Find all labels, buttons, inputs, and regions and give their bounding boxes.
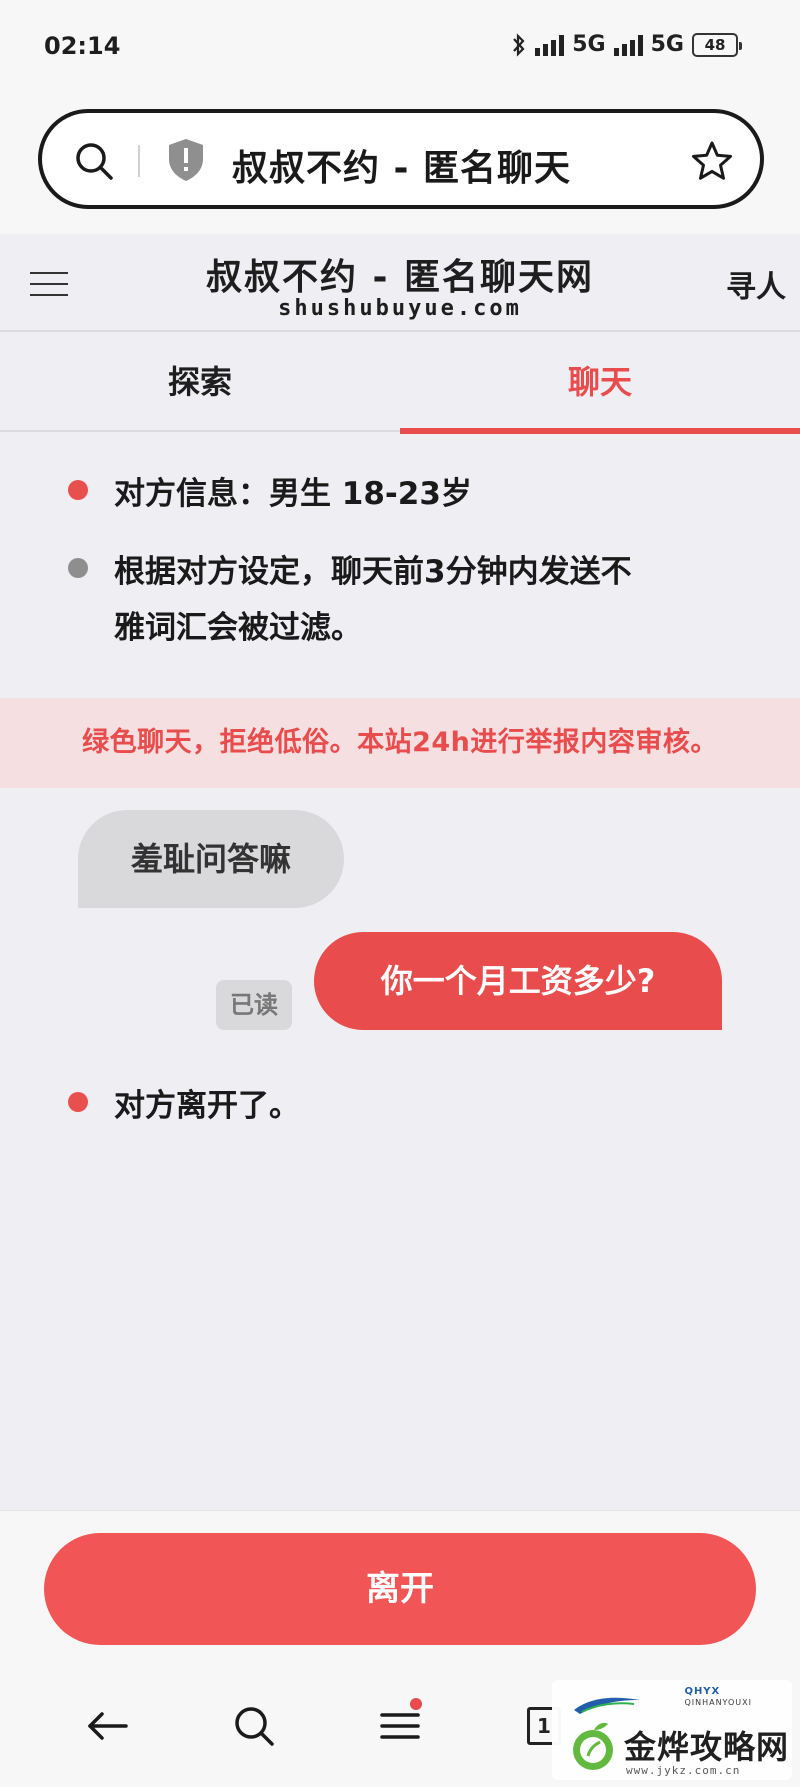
search-icon[interactable] bbox=[72, 139, 116, 183]
shield-icon[interactable] bbox=[166, 137, 206, 183]
watermark-logo: QHYX QINHANYOUXI 金烨攻略网 www.jykz.com.cn bbox=[552, 1680, 792, 1780]
apple-icon bbox=[573, 1722, 613, 1770]
site-header: 叔叔不约 - 匿名聊天网 shushubuyue.com 寻人 bbox=[0, 234, 800, 332]
tab-bar: 探索 聊天 bbox=[0, 332, 800, 434]
partner-info-row: 对方信息：男生 18-23岁 bbox=[68, 466, 472, 522]
filter-notice-line-1: 根据对方设定，聊天前3分钟内发送不 bbox=[114, 554, 632, 590]
site-domain: shushubuyue.com bbox=[278, 296, 522, 321]
leave-button[interactable]: 离开 bbox=[44, 1533, 756, 1645]
status-icons: 5G 5G 48 bbox=[511, 32, 742, 57]
search-button[interactable] bbox=[226, 1698, 282, 1754]
notification-dot bbox=[410, 1698, 422, 1710]
bluetooth-icon bbox=[513, 32, 525, 57]
watermark-small-text: QINHANYOUXI bbox=[684, 1698, 752, 1707]
browser-toolbar: 叔叔不约 - 匿名聊天 bbox=[0, 80, 800, 234]
incoming-message-bubble: 羞耻问答嘛 bbox=[78, 810, 344, 908]
read-status-badge: 已读 bbox=[216, 980, 292, 1030]
menu-button[interactable] bbox=[372, 1698, 428, 1754]
signal-icon-2 bbox=[613, 34, 643, 56]
red-dot-icon bbox=[68, 480, 88, 500]
menu-icon bbox=[380, 1713, 420, 1739]
network-label-2: 5G bbox=[650, 32, 684, 57]
partner-info-text: 对方信息：男生 18-23岁 bbox=[114, 476, 472, 512]
status-bar: 02:14 5G 5G 48 bbox=[0, 0, 800, 80]
search-icon bbox=[235, 1707, 274, 1746]
tab-explore[interactable]: 探索 bbox=[0, 332, 400, 432]
swoosh-icon bbox=[574, 1697, 640, 1714]
battery-icon: 48 bbox=[692, 32, 742, 57]
back-button[interactable] bbox=[80, 1698, 136, 1754]
address-bar[interactable]: 叔叔不约 - 匿名聊天 bbox=[38, 109, 764, 209]
signal-icon bbox=[535, 34, 565, 56]
gray-dot-icon bbox=[68, 558, 88, 578]
system-message-text: 对方离开了。 bbox=[114, 1088, 300, 1124]
star-icon[interactable] bbox=[690, 139, 734, 183]
warning-banner: 绿色聊天，拒绝低俗。本站24h进行举报内容审核。 bbox=[0, 698, 800, 788]
address-divider bbox=[138, 145, 140, 177]
tab-chat[interactable]: 聊天 bbox=[400, 332, 800, 434]
status-time: 02:14 bbox=[44, 32, 121, 60]
watermark-small-logo-text: QHYX bbox=[684, 1686, 721, 1697]
outgoing-message-bubble: 你一个月工资多少? bbox=[314, 932, 722, 1030]
system-message-row: 对方离开了。 bbox=[68, 1078, 300, 1134]
filter-notice-line-2: 雅词汇会被过滤。 bbox=[114, 610, 362, 646]
back-arrow-icon bbox=[88, 1712, 128, 1740]
red-dot-icon bbox=[68, 1092, 88, 1112]
watermark-small-logo: QHYX QINHANYOUXI bbox=[684, 1686, 752, 1708]
action-area: 离开 bbox=[0, 1510, 800, 1662]
watermark-url: www.jykz.com.cn bbox=[626, 1764, 741, 1777]
filter-notice-text: 根据对方设定，聊天前3分钟内发送不 雅词汇会被过滤。 bbox=[114, 544, 632, 656]
site-title: 叔叔不约 - 匿名聊天网 bbox=[205, 257, 594, 298]
network-label-1: 5G bbox=[572, 32, 606, 57]
find-person-link[interactable]: 寻人 bbox=[726, 262, 786, 306]
watermark-brand: 金烨攻略网 bbox=[624, 1728, 790, 1766]
filter-notice-row: 根据对方设定，聊天前3分钟内发送不 雅词汇会被过滤。 bbox=[68, 544, 632, 656]
address-title[interactable]: 叔叔不约 - 匿名聊天 bbox=[232, 139, 571, 191]
